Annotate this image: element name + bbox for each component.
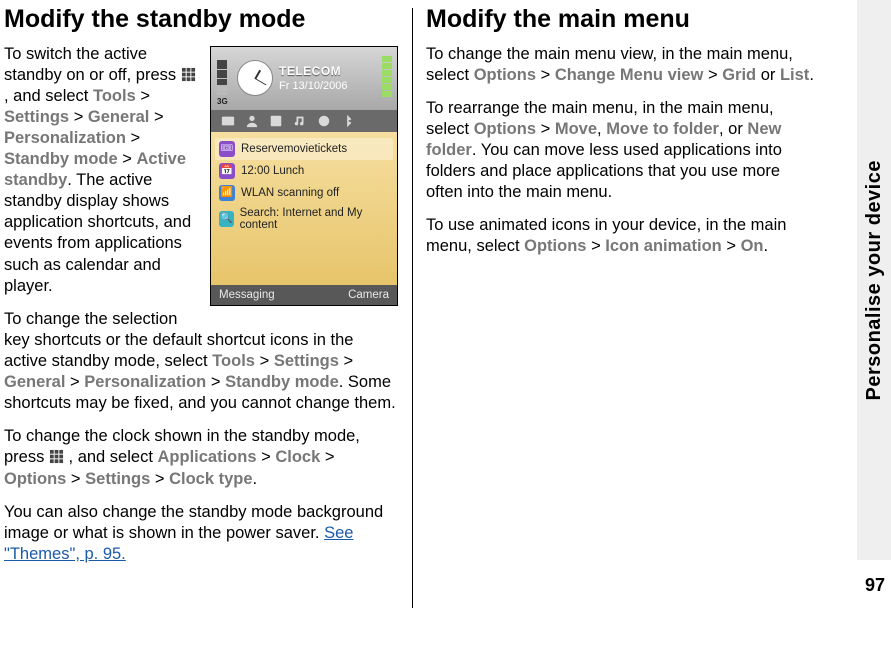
standby-row: 📅 12:00 Lunch	[215, 160, 393, 182]
text: .	[253, 470, 258, 488]
menu-item: Settings	[85, 470, 150, 488]
music-icon	[293, 114, 307, 128]
menu-item: Standby mode	[225, 373, 339, 391]
standby-row: 🎟 Reservemovietickets	[215, 138, 393, 160]
text: , and select	[4, 87, 93, 105]
standby-row: 📶 WLAN scanning off	[215, 182, 393, 204]
menu-item: On	[741, 237, 764, 255]
gallery-icon	[269, 114, 283, 128]
menu-item: Options	[4, 470, 66, 488]
ticket-icon: 🎟	[219, 141, 235, 157]
text: .	[809, 66, 814, 84]
para-mainmenu-2: To rearrange the main menu, in the main …	[426, 98, 820, 204]
text: .	[763, 237, 768, 255]
phone-statusbar: 3G TELECOM Fr 13/10/2006	[211, 47, 397, 110]
standby-row-label: WLAN scanning off	[241, 187, 339, 199]
left-column: Modify the standby mode 3G TELECOM Fr 13…	[0, 0, 412, 651]
menu-item: Tools	[212, 352, 255, 370]
side-tab: Personalise your device	[857, 0, 891, 560]
menu-item: Options	[474, 120, 536, 138]
menu-item: Settings	[4, 108, 69, 126]
text: , and select	[64, 448, 158, 466]
phone-shortcut-bar	[211, 110, 397, 132]
menu-item: Move	[555, 120, 597, 138]
para-mainmenu-1: To change the main menu view, in the mai…	[426, 44, 820, 86]
menu-item: Move to folder	[606, 120, 719, 138]
para-standby-3: To change the clock shown in the standby…	[4, 426, 398, 489]
messaging-icon	[221, 114, 235, 128]
text: or	[756, 66, 780, 84]
phone-softkeys: Messaging Camera	[211, 285, 397, 305]
menu-item: Personalization	[84, 373, 206, 391]
menu-item: General	[88, 108, 149, 126]
calendar-icon: 📅	[219, 163, 235, 179]
heading-standby: Modify the standby mode	[4, 6, 398, 34]
text: . You can move less used applications in…	[426, 141, 782, 201]
contacts-icon	[245, 114, 259, 128]
menu-item: Icon animation	[605, 237, 721, 255]
para-standby-4: You can also change the standby mode bac…	[4, 502, 398, 565]
text: , or	[719, 120, 747, 138]
standby-row-label: Search: Internet and My content	[240, 207, 389, 231]
softkey-right: Camera	[348, 289, 389, 301]
heading-mainmenu: Modify the main menu	[426, 6, 820, 34]
menu-item: List	[780, 66, 809, 84]
standby-row: 🔍 Search: Internet and My content	[215, 204, 393, 234]
web-icon	[317, 114, 331, 128]
menu-item: Standby mode	[4, 150, 118, 168]
page-number: 97	[865, 575, 885, 596]
softkey-left: Messaging	[219, 289, 275, 301]
network-3g-label: 3G	[217, 97, 231, 106]
phone-body: 🎟 Reservemovietickets 📅 12:00 Lunch 📶 WL…	[211, 132, 397, 287]
carrier-label: TELECOM	[279, 64, 348, 78]
menu-item: Tools	[93, 87, 136, 105]
bluetooth-icon	[341, 114, 355, 128]
menu-item: Applications	[158, 448, 257, 466]
para-standby-2: To change the selection key shortcuts or…	[4, 309, 398, 415]
standby-row-label: Reservemovietickets	[241, 143, 347, 155]
menu-item: General	[4, 373, 65, 391]
text: . The active standby display shows appli…	[4, 171, 191, 295]
clock-icon	[237, 60, 273, 96]
menu-item: Settings	[274, 352, 339, 370]
menu-item: Options	[474, 66, 536, 84]
menu-key-icon	[181, 67, 196, 82]
battery-indicator	[382, 56, 392, 101]
menu-item: Clock type	[169, 470, 252, 488]
menu-item: Grid	[722, 66, 756, 84]
phone-screenshot: 3G TELECOM Fr 13/10/2006	[210, 46, 398, 306]
wlan-icon: 📶	[219, 185, 235, 201]
right-column: Modify the main menu To change the main …	[412, 0, 824, 651]
date-label: Fr 13/10/2006	[279, 80, 348, 92]
menu-item: Options	[524, 237, 586, 255]
menu-item: Clock	[275, 448, 320, 466]
menu-item: Personalization	[4, 129, 126, 147]
standby-row-label: 12:00 Lunch	[241, 165, 304, 177]
para-mainmenu-3: To use animated icons in your device, in…	[426, 215, 820, 257]
search-icon: 🔍	[219, 211, 234, 227]
text: To switch the active standby on or off, …	[4, 45, 181, 84]
menu-key-icon	[49, 449, 64, 464]
menu-item: Change Menu view	[555, 66, 704, 84]
side-tab-label: Personalise your device	[863, 160, 886, 401]
signal-indicator: 3G	[217, 50, 231, 106]
